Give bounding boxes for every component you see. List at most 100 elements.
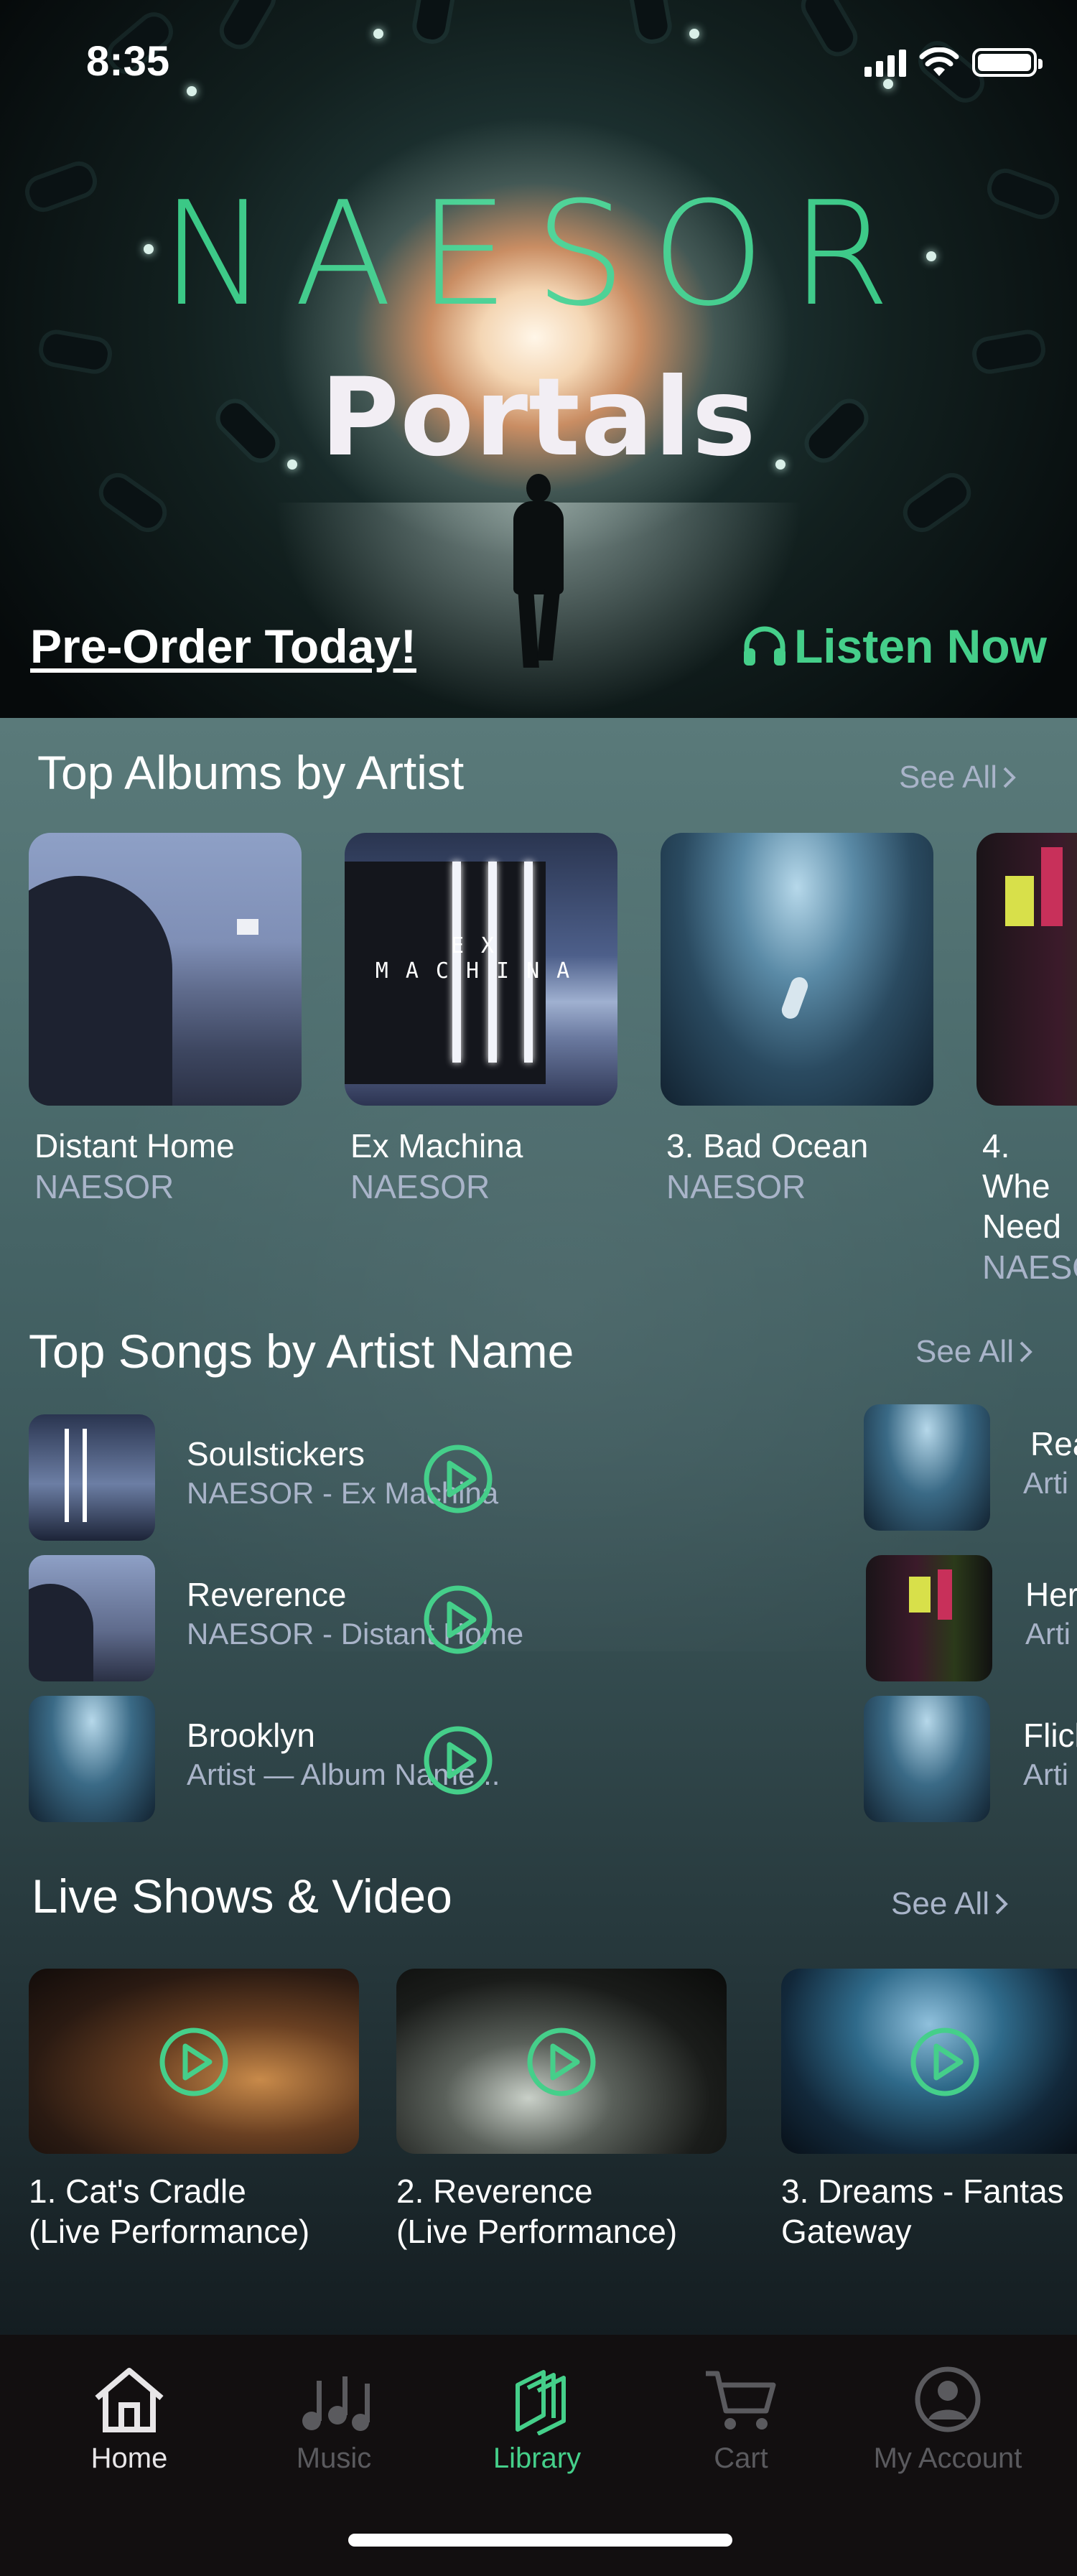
video-thumbnail <box>29 1969 359 2154</box>
main-content[interactable]: Top Albums by Artist See All Distant Hom… <box>0 718 1077 2335</box>
chevron-right-icon <box>995 1893 1008 1915</box>
listen-now-label: Listen Now <box>793 620 1047 673</box>
play-circle-icon[interactable] <box>422 1443 494 1515</box>
hero-banner[interactable]: NAESOR Portals 8:35 Pre-Order Today! Lis… <box>0 0 1077 718</box>
tab-label: Home <box>90 2442 168 2474</box>
tab-label: My Account <box>873 2442 1022 2474</box>
video-caption: 2. Reverence (Live Performance) <box>396 2173 678 2250</box>
album-artist: NAESO <box>982 1249 1077 1286</box>
library-icon <box>516 2370 566 2435</box>
see-all-label: See All <box>899 760 997 795</box>
artist-logo: NAESOR <box>0 183 1077 327</box>
song-thumbnail <box>866 1555 992 1681</box>
video-caption: 1. Cat's Cradle (Live Performance) <box>29 2173 310 2250</box>
video-card[interactable]: 1. Cat's Cradle (Live Performance) <box>29 1969 359 2251</box>
album-card[interactable]: EX MACHINA Ex Machina NAESOR <box>345 833 617 1208</box>
song-subtitle: Arti <box>1023 1466 1068 1500</box>
tab-library[interactable]: Library <box>437 2363 638 2475</box>
video-thumbnail <box>781 1969 1077 2154</box>
tab-my-account[interactable]: My Account <box>844 2363 1052 2475</box>
album-art <box>976 833 1077 1106</box>
song-row[interactable]: Flicl Arti <box>864 1696 1077 1822</box>
album-artist: NAESOR <box>350 1168 490 1205</box>
play-circle-icon[interactable] <box>526 2026 597 2098</box>
song-thumbnail <box>29 1555 155 1681</box>
home-indicator <box>348 2534 732 2547</box>
battery-icon <box>972 48 1043 77</box>
light-dot <box>187 86 197 96</box>
preorder-link[interactable]: Pre-Order Today! <box>30 619 416 673</box>
album-card[interactable]: 3. Bad Ocean NAESOR <box>661 833 933 1208</box>
chevron-right-icon <box>1003 767 1016 788</box>
song-subtitle: Arti <box>1023 1758 1068 1791</box>
tab-label: Library <box>493 2442 582 2474</box>
song-title: Flicl <box>1023 1717 1077 1754</box>
portal-pod <box>801 0 858 57</box>
song-row[interactable]: Her Arti <box>866 1555 1077 1681</box>
videos-see-all-link[interactable]: See All <box>891 1886 1010 1922</box>
listen-now-button[interactable]: Listen Now <box>741 619 1047 673</box>
song-thumbnail <box>29 1414 155 1541</box>
song-title: Soulstickers <box>187 1435 365 1473</box>
video-card[interactable]: 3. Dreams - Fantas Gateway <box>781 1969 1077 2251</box>
song-thumbnail <box>864 1696 990 1822</box>
tab-home[interactable]: Home <box>29 2363 230 2475</box>
albums-see-all-link[interactable]: See All <box>899 760 1017 795</box>
album-art-text: EX MACHINA <box>375 933 587 984</box>
play-circle-icon[interactable] <box>422 1584 494 1656</box>
album-art <box>661 833 933 1106</box>
album-art <box>29 833 302 1106</box>
song-row[interactable]: Reverence NAESOR - Distant Home <box>29 1555 523 1681</box>
tab-cart[interactable]: Cart <box>640 2363 841 2475</box>
status-icons <box>864 47 1043 78</box>
album-card[interactable]: Distant Home NAESOR <box>29 833 302 1208</box>
song-subtitle: Arti <box>1025 1617 1071 1651</box>
video-caption: 3. Dreams - Fantas Gateway <box>781 2173 1064 2250</box>
home-icon <box>95 2368 164 2432</box>
portal-pod <box>630 0 670 42</box>
album-art: EX MACHINA <box>345 833 617 1106</box>
album-artist: NAESOR <box>666 1168 806 1205</box>
headphones-icon <box>743 626 785 666</box>
album-name: 3. Bad Ocean <box>666 1127 869 1165</box>
play-circle-icon[interactable] <box>422 1725 494 1796</box>
album-name: Distant Home <box>34 1127 235 1165</box>
video-card[interactable]: 2. Reverence (Live Performance) <box>396 1969 727 2251</box>
song-title: Brooklyn <box>187 1717 315 1754</box>
status-time: 8:35 <box>86 38 170 85</box>
song-title: Reverence <box>187 1576 347 1613</box>
album-name: 4. Whe Need <box>982 1127 1061 1245</box>
cellular-signal-icon <box>864 48 906 77</box>
light-dot <box>689 29 699 39</box>
chevron-right-icon <box>1020 1341 1032 1363</box>
song-row[interactable]: Brooklyn Artist — Album Name... <box>29 1696 503 1822</box>
album-card[interactable]: 4. Whe Need NAESO <box>976 833 1077 1288</box>
album-title: Portals <box>320 355 757 480</box>
wifi-icon <box>919 47 959 76</box>
album-name: Ex Machina <box>350 1127 523 1165</box>
play-circle-icon[interactable] <box>909 2026 981 2098</box>
albums-section-title: Top Albums by Artist <box>37 746 465 799</box>
song-row[interactable]: Soulstickers NAESOR - Ex Machina <box>29 1414 503 1541</box>
videos-section-title: Live Shows & Video <box>32 1870 452 1923</box>
see-all-label: See All <box>891 1886 989 1921</box>
see-all-label: See All <box>915 1334 1014 1369</box>
portal-pod <box>902 472 972 533</box>
songs-see-all-link[interactable]: See All <box>915 1334 1034 1370</box>
play-circle-icon[interactable] <box>158 2026 230 2098</box>
video-thumbnail <box>396 1969 727 2154</box>
song-title: Her <box>1025 1576 1077 1613</box>
song-row[interactable]: Rea Arti <box>864 1404 1077 1531</box>
silhouette-figure <box>506 474 571 668</box>
song-title: Rea <box>1030 1425 1077 1462</box>
tab-label: Music <box>296 2442 372 2474</box>
music-notes-icon <box>302 2376 370 2431</box>
tab-music[interactable]: Music <box>233 2363 434 2475</box>
song-thumbnail <box>864 1404 990 1531</box>
song-thumbnail <box>29 1696 155 1822</box>
portal-pod <box>219 0 276 50</box>
light-dot <box>373 29 383 39</box>
tab-label: Cart <box>714 2442 768 2474</box>
cart-icon <box>706 2371 776 2430</box>
album-artist: NAESOR <box>34 1168 174 1205</box>
